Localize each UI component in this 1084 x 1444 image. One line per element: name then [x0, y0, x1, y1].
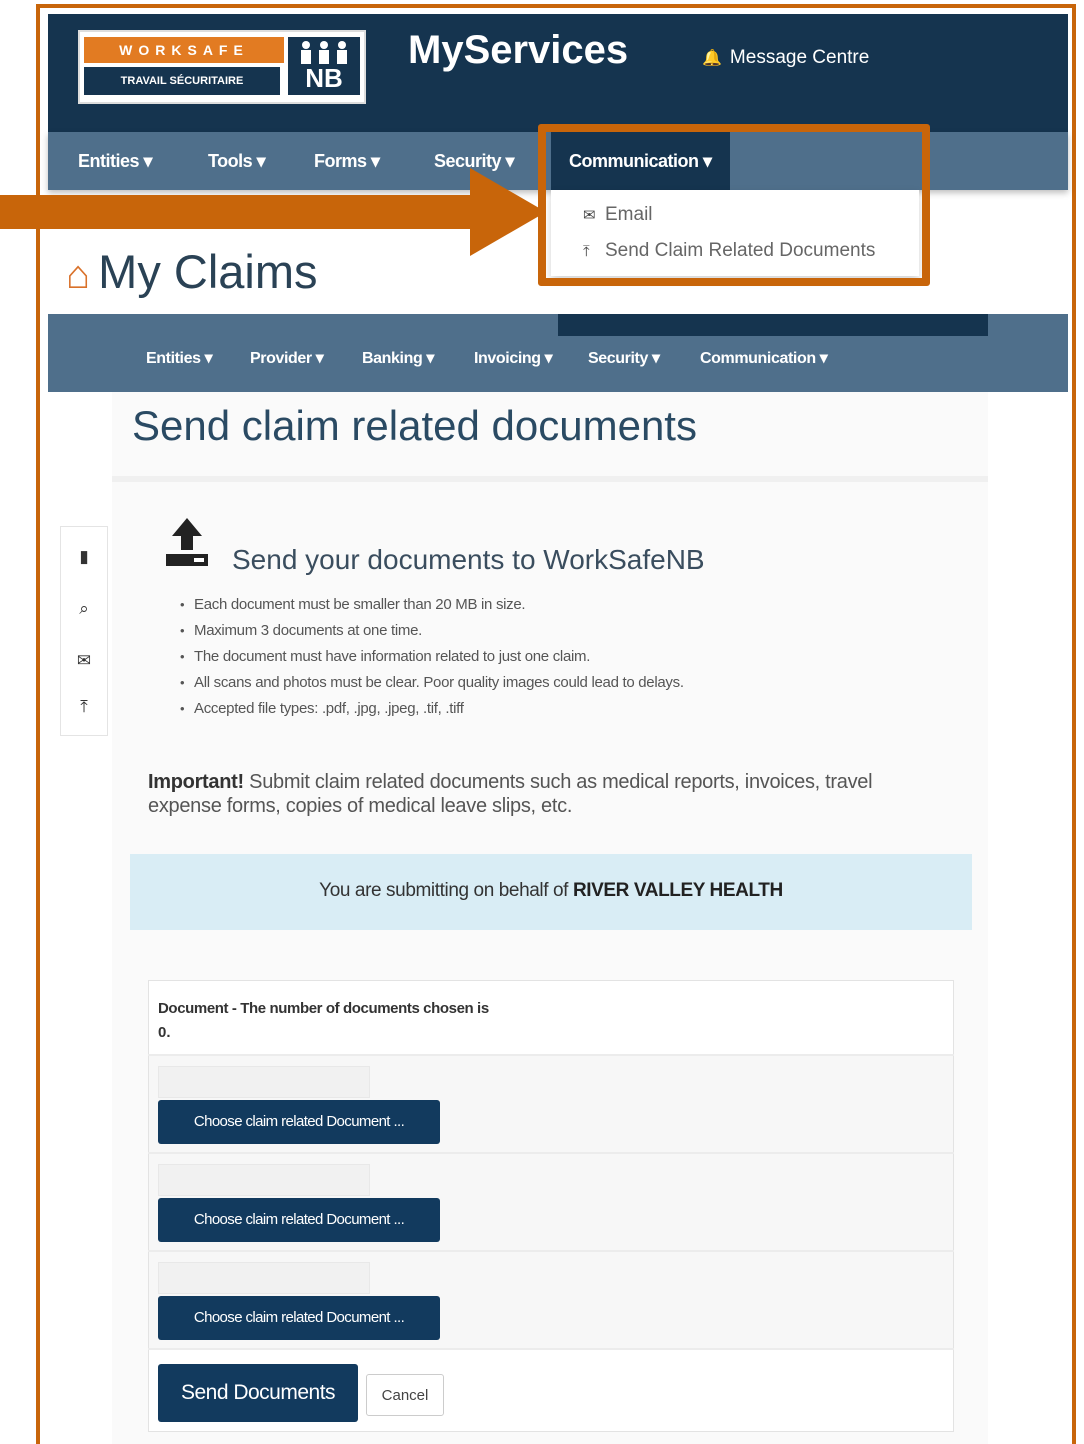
sec-nav-security[interactable]: Security ▾: [588, 348, 660, 368]
list-item: Accepted file types: .pdf, .jpg, .jpeg, …: [178, 696, 718, 722]
sec-nav-label: Banking: [362, 350, 423, 367]
important-label: Important!: [148, 771, 244, 793]
behalf-text: You are submitting on behalf of RIVER VA…: [130, 854, 972, 930]
secondary-nav: Entities ▾ Provider ▾ Banking ▾ Invoicin…: [48, 314, 1068, 392]
sec-nav-label: Communication: [700, 350, 816, 367]
title-divider: [112, 476, 988, 482]
home-icon[interactable]: ⌂: [66, 253, 90, 297]
choose-document-button-3[interactable]: Choose claim related Document ...: [158, 1296, 440, 1340]
sec-nav-entities[interactable]: Entities ▾: [146, 348, 213, 368]
file-name-field-3: [158, 1262, 370, 1294]
app-title: MyServices: [408, 28, 629, 72]
sec-nav-provider[interactable]: Provider ▾: [250, 348, 324, 368]
logo-worksafe-text: WORKSAFE: [84, 37, 284, 63]
message-centre-link[interactable]: 🔔 Message Centre: [702, 47, 869, 69]
sec-nav-label: Provider: [250, 350, 312, 367]
search-icon[interactable]: ⌕: [61, 599, 107, 619]
sec-nav-label: Entities: [146, 350, 201, 367]
side-toolbar: ▮ ⌕ ✉ ⤒: [60, 526, 108, 736]
worksafe-logo[interactable]: WORKSAFE TRAVAIL SÉCURITAIRE NB: [78, 30, 366, 104]
file-name-field-1: [158, 1066, 370, 1098]
content-title: Send claim related documents: [132, 402, 697, 449]
sec-nav-label: Security: [588, 350, 648, 367]
row-divider: [148, 1348, 954, 1350]
bell-icon: 🔔: [702, 50, 722, 67]
list-item: Each document must be smaller than 20 MB…: [178, 592, 718, 618]
callout-highlight-box: [538, 124, 930, 286]
upload-heading: Send your documents to WorkSafeNB: [232, 544, 705, 575]
submitting-on-behalf-alert: You are submitting on behalf of RIVER VA…: [130, 854, 972, 930]
logo-figures-icon: [301, 41, 347, 64]
upload-icon[interactable]: ⤒: [61, 697, 107, 717]
important-text: Submit claim related documents such as m…: [148, 771, 873, 817]
sec-nav-invoicing[interactable]: Invoicing ▾: [474, 348, 553, 368]
list-item: All scans and photos must be clear. Poor…: [178, 670, 718, 696]
behalf-prefix: You are submitting on behalf of: [319, 880, 569, 901]
envelope-icon[interactable]: ✉: [61, 651, 107, 671]
document-icon[interactable]: ▮: [61, 547, 107, 567]
list-item: The document must have information relat…: [178, 644, 718, 670]
logo-travail-text: TRAVAIL SÉCURITAIRE: [84, 67, 280, 95]
choose-document-button-2[interactable]: Choose claim related Document ...: [158, 1198, 440, 1242]
document-count-label: Document - The number of documents chose…: [158, 1000, 489, 1017]
important-note: Important! Submit claim related document…: [148, 770, 948, 818]
obscured-nav-strip: [558, 314, 988, 336]
upload-rules-list: Each document must be smaller than 20 MB…: [178, 592, 718, 722]
top-header: WORKSAFE TRAVAIL SÉCURITAIRE NB MyServic…: [48, 14, 1068, 134]
choose-document-button-1[interactable]: Choose claim related Document ...: [158, 1100, 440, 1144]
cancel-button[interactable]: Cancel: [366, 1374, 444, 1416]
sec-nav-label: Invoicing: [474, 350, 541, 367]
send-documents-button[interactable]: Send Documents: [158, 1364, 358, 1422]
behalf-entity: RIVER VALLEY HEALTH: [572, 880, 783, 901]
upload-icon: [166, 518, 208, 566]
document-count-value: 0.: [158, 1024, 171, 1041]
sec-nav-banking[interactable]: Banking ▾: [362, 348, 434, 368]
list-item: Maximum 3 documents at one time.: [178, 618, 718, 644]
message-centre-label: Message Centre: [729, 47, 870, 68]
file-name-field-2: [158, 1164, 370, 1196]
sec-nav-communication[interactable]: Communication ▾: [700, 348, 828, 368]
callout-arrow-icon: [0, 168, 546, 256]
